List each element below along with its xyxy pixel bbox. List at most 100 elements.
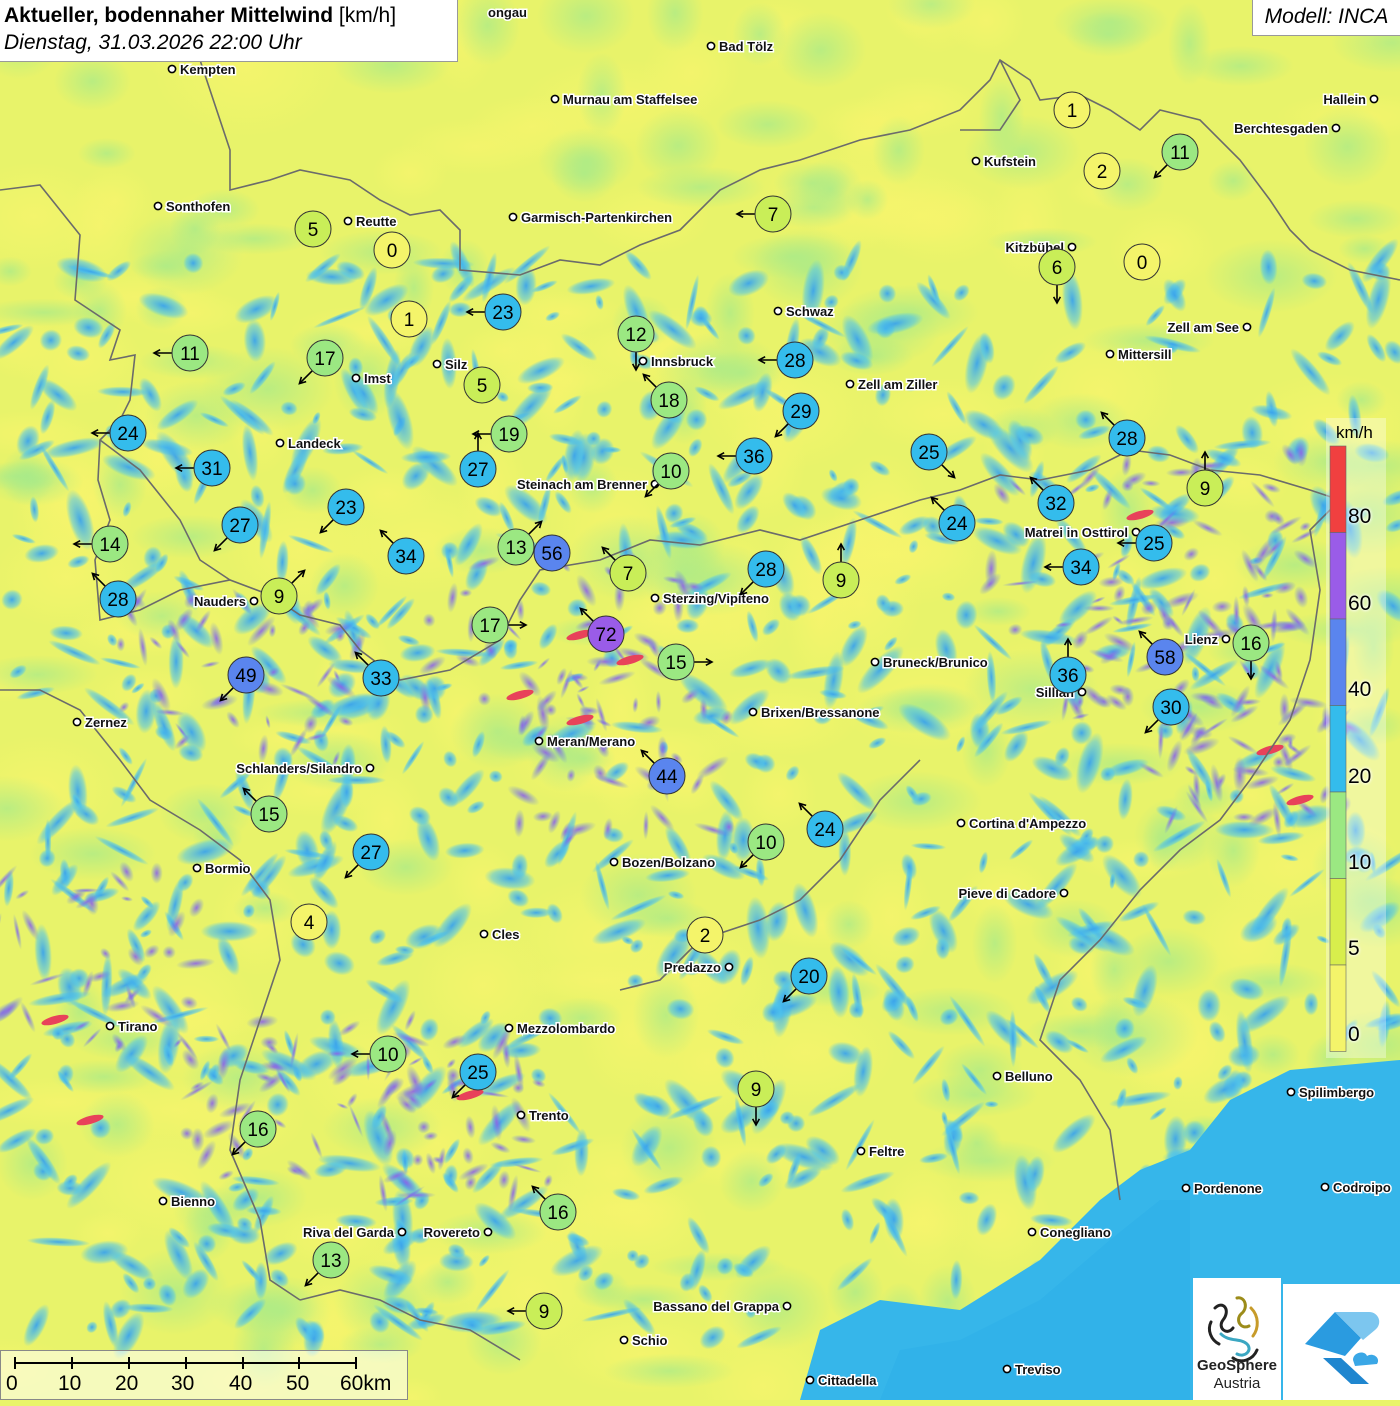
scale-label: 20: [115, 1372, 139, 1395]
scale-label: 10: [58, 1372, 82, 1395]
city-murnau-am-staffelsee: Murnau am Staffelsee: [550, 91, 699, 109]
svg-text:Bassano del Grappa: Bassano del Grappa: [653, 1299, 779, 1314]
svg-text:Trento: Trento: [529, 1108, 569, 1123]
svg-text:Zernez: Zernez: [85, 715, 127, 730]
wind-speed-value: 17: [314, 349, 335, 370]
svg-text:Innsbruck: Innsbruck: [651, 354, 714, 369]
svg-text:Meran/Merano: Meran/Merano: [547, 734, 635, 749]
svg-text:Bad Tölz: Bad Tölz: [719, 39, 774, 54]
svg-text:Spilimbergo: Spilimbergo: [1299, 1085, 1374, 1100]
svg-text:Sonthofen: Sonthofen: [166, 199, 230, 214]
svg-text:Predazzo: Predazzo: [664, 960, 721, 975]
city-sonthofen: Sonthofen: [153, 198, 232, 216]
svg-text:Mittersill: Mittersill: [1118, 347, 1171, 362]
wind-speed-value: 12: [625, 325, 646, 346]
svg-text:Belluno: Belluno: [1005, 1069, 1053, 1084]
city-cittadella: Cittadella: [805, 1372, 879, 1390]
svg-text:Schlanders/Silandro: Schlanders/Silandro: [236, 761, 362, 776]
svg-text:Codroipo: Codroipo: [1333, 1180, 1391, 1195]
svg-text:Bormio: Bormio: [205, 861, 251, 876]
wind-speed-value: 0: [387, 241, 398, 262]
wind-map[interactable]: Kempten Bad Tölz Murnau am Staffelsee Halle…: [0, 0, 1400, 1400]
legend-swatch: [1329, 445, 1347, 533]
city-zell-am-see: Zell am See: [1166, 319, 1252, 337]
wind-speed-value: 56: [541, 544, 562, 565]
legend-label: 20: [1348, 765, 1372, 788]
wind-speed-value: 9: [274, 587, 285, 608]
wind-speed-value: 16: [547, 1203, 568, 1224]
svg-text:Sterzing/Vipiteno: Sterzing/Vipiteno: [663, 591, 769, 606]
wind-speed-value: 15: [665, 653, 686, 674]
svg-text:Pordenone: Pordenone: [1194, 1181, 1262, 1196]
legend-swatch: [1329, 618, 1347, 706]
wind-speed-value: 28: [755, 560, 776, 581]
wind-speed-value: 1: [1067, 101, 1078, 122]
wind-station[interactable]: 56: [533, 534, 571, 572]
wind-speed-value: 13: [320, 1251, 341, 1272]
wind-station[interactable]: 5: [463, 366, 501, 404]
svg-text:Conegliano: Conegliano: [1040, 1225, 1111, 1240]
city-sterzing-vipiteno: Sterzing/Vipiteno: [650, 590, 770, 608]
legend-swatch: [1329, 878, 1347, 966]
wind-speed-value: 14: [99, 535, 121, 556]
wind-speed-value: 23: [492, 303, 513, 324]
wind-speed-value: 5: [308, 220, 319, 241]
wind-speed-value: 27: [467, 460, 488, 481]
svg-text:Bruneck/Brunico: Bruneck/Brunico: [883, 655, 988, 670]
svg-text:Schwaz: Schwaz: [786, 304, 834, 319]
wind-speed-value: 4: [304, 913, 315, 934]
wind-station[interactable]: 1: [1053, 91, 1091, 129]
svg-text:Kufstein: Kufstein: [984, 154, 1036, 169]
title-box: Aktueller, bodennaher Mittelwind [km/h] …: [0, 0, 458, 62]
wind-speed-value: 34: [1070, 558, 1092, 579]
svg-text:Feltre: Feltre: [869, 1144, 904, 1159]
svg-text:Kempten: Kempten: [180, 62, 236, 77]
wind-speed-value: 20: [798, 967, 819, 988]
svg-text:Bozen/Bolzano: Bozen/Bolzano: [622, 855, 715, 870]
legend-label: 5: [1348, 937, 1360, 960]
scale-label: 30: [171, 1372, 195, 1395]
title-main: Aktueller, bodennaher Mittelwind: [4, 4, 334, 27]
wind-station[interactable]: 2: [686, 916, 724, 954]
wind-speed-value: 33: [370, 669, 391, 690]
city-innsbruck: Innsbruck: [638, 353, 715, 371]
svg-text:Hallein: Hallein: [1323, 92, 1366, 107]
wind-station[interactable]: 2: [1083, 152, 1121, 190]
city-steinach-am-brenner: Steinach am Brenner: [515, 476, 660, 494]
wind-speed-value: 7: [768, 205, 779, 226]
wind-speed-value: 9: [539, 1302, 550, 1323]
wind-speed-value: 5: [477, 376, 488, 397]
wind-speed-value: 25: [1143, 534, 1164, 555]
svg-text:Murnau am Staffelsee: Murnau am Staffelsee: [563, 92, 697, 107]
svg-text:Reutte: Reutte: [356, 214, 396, 229]
wind-station[interactable]: 0: [373, 231, 411, 269]
city-bassano-del-grappa: Bassano del Grappa: [652, 1298, 792, 1316]
mountain-cloud-icon: [1305, 1312, 1380, 1384]
city-schlanders-silandro: Schlanders/Silandro: [235, 760, 375, 778]
svg-text:Matrei in Osttirol: Matrei in Osttirol: [1025, 525, 1128, 540]
wind-speed-value: 44: [656, 767, 678, 788]
wind-speed-value: 11: [180, 344, 200, 365]
wind-speed-value: 0: [1137, 253, 1148, 274]
svg-text:Berchtesgaden: Berchtesgaden: [1234, 121, 1328, 136]
wind-speed-value: 18: [658, 391, 679, 412]
wind-station[interactable]: 1: [390, 300, 428, 338]
wind-speed-value: 24: [117, 424, 139, 445]
wind-station[interactable]: 4: [290, 903, 328, 941]
wind-speed-value: 15: [258, 805, 279, 826]
svg-text:Treviso: Treviso: [1015, 1362, 1061, 1377]
wind-speed-value: 7: [623, 564, 634, 585]
wind-speed-value: 16: [1240, 634, 1261, 655]
partner-logo: [1283, 1284, 1400, 1400]
wind-speed-value: 9: [751, 1080, 762, 1101]
wind-station[interactable]: 0: [1123, 243, 1161, 281]
wind-speed-value: 13: [505, 538, 526, 559]
wind-speed-value: 9: [836, 571, 847, 592]
wind-speed-value: 30: [1160, 698, 1181, 719]
svg-text:ongau: ongau: [488, 5, 527, 20]
city-riva-del-garda: Riva del Garda: [301, 1224, 407, 1242]
wind-station[interactable]: 5: [294, 210, 332, 248]
city-pieve-di-cadore: Pieve di Cadore: [957, 885, 1069, 903]
wind-speed-value: 24: [814, 820, 836, 841]
city-zell-am-ziller: Zell am Ziller: [845, 376, 939, 394]
